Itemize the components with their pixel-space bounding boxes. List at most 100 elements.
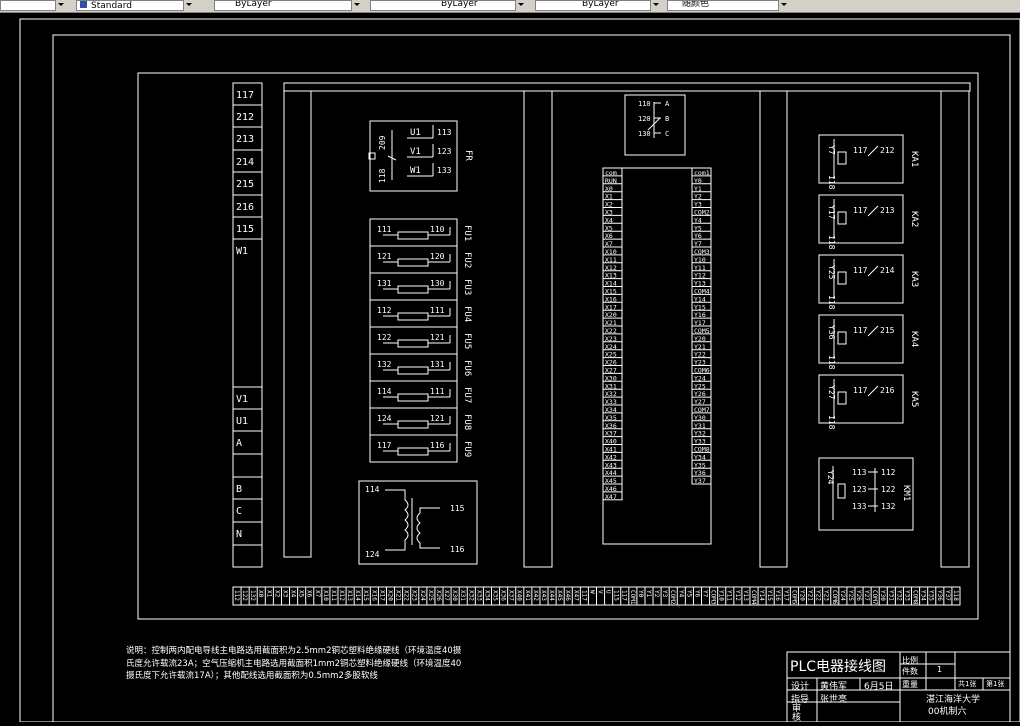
layer-value: ByLayer — [235, 0, 272, 9]
bottom-terminal-label: X34 — [483, 590, 490, 601]
relay-terminal-label: 117 — [853, 266, 868, 275]
relay-terminal-label: 117 — [853, 146, 868, 155]
bottom-terminal-label: 112 — [233, 590, 240, 601]
bottom-terminal-label: Y0 — [637, 590, 644, 598]
contactor-terminal-label: 113 — [852, 468, 867, 477]
sheet-outer-border — [19, 18, 1020, 723]
bottom-terminal-label: 118 — [952, 590, 959, 601]
bottom-terminal-label: X17 — [378, 590, 385, 601]
wiring-diagram[interactable]: 117212213214215216115W1V1U1ABCN209118U1 1… — [0, 12, 1020, 723]
top-wiring-duct — [283, 82, 971, 92]
bottom-terminal-label: V — [597, 590, 604, 594]
relay-tag: KA3 — [909, 271, 919, 287]
bottom-terminal-label: Y27 — [863, 590, 870, 601]
bottom-terminal-label: COM1 — [629, 590, 636, 605]
contactor-terminal-label: 132 — [881, 502, 896, 511]
chevron-down-icon[interactable] — [183, 0, 194, 11]
relay-coil-label: Y7 — [827, 145, 836, 155]
bottom-terminal-label: Y12 — [734, 590, 741, 601]
bottom-terminal-label: X24 — [419, 590, 426, 601]
count-label: 件数 — [902, 667, 918, 676]
fuse-terminal-label: 117 — [377, 441, 392, 450]
sheet-number: 第1张 — [986, 680, 1005, 688]
fuse-terminal-label: 111 — [430, 387, 445, 396]
bottom-terminal-label: Y30 — [879, 590, 886, 601]
bottom-terminal-label: X11 — [330, 590, 337, 601]
bottom-terminal-label: X15 — [362, 590, 369, 601]
fuse-tag: FU6 — [462, 360, 472, 376]
fuse-terminal-label: 124 — [377, 414, 392, 423]
contactor-tag: KM1 — [901, 485, 911, 501]
chevron-down-icon[interactable] — [351, 0, 362, 11]
fuse-terminal-label: 121 — [377, 252, 392, 261]
drawing-canvas[interactable]: 117 212 213 214 215 216 115 W1 V1 U1 A B C N 209 118 U1 1… — [0, 12, 1020, 723]
bottom-terminal-label: Y4 — [677, 590, 684, 598]
bottom-terminal-label: Y26 — [855, 590, 862, 601]
fuse-tag: FU7 — [462, 387, 472, 403]
contactor-coil — [837, 483, 846, 499]
fuse-symbol — [397, 258, 429, 267]
fuse-terminal-label: 121 — [430, 333, 445, 342]
fuse-terminal-label: 112 — [377, 306, 392, 315]
contactor-terminal-label: 122 — [881, 485, 896, 494]
plotstyle-select[interactable]: 随颜色 — [667, 0, 789, 11]
relay-coil — [837, 331, 847, 345]
scale-label: 比例 — [902, 656, 918, 665]
bottom-terminal-label: X23 — [411, 590, 418, 601]
chevron-down-icon[interactable] — [650, 0, 661, 11]
text-style-select[interactable]: Standard — [76, 0, 194, 11]
relay-coil-label: Y36 — [827, 325, 836, 340]
chevron-down-icon[interactable] — [55, 0, 66, 11]
fuse-symbol — [397, 393, 429, 402]
weight-label: 重量 — [902, 680, 918, 689]
lineweight-value: ByLayer — [582, 0, 619, 9]
bottom-terminal-label: X25 — [427, 590, 434, 601]
terminal-label: A — [236, 438, 242, 449]
wiring-duct — [523, 90, 553, 568]
bottom-terminal-label: X4 — [290, 590, 297, 598]
bottom-terminal-label: X40 — [516, 590, 523, 601]
relay-terminal-label: 213 — [880, 206, 895, 215]
fuse-symbol — [397, 420, 429, 429]
bottom-terminal-label: X6 — [306, 590, 313, 598]
relay-coil-label: 118 — [827, 355, 836, 370]
bottom-terminal-label: X41 — [524, 590, 531, 601]
bottom-terminal-label: Y6 — [693, 590, 700, 598]
switch-phase-label: C — [665, 130, 669, 138]
fuse-symbol — [397, 366, 429, 375]
bottom-terminal-label: Y7 — [702, 590, 709, 598]
bottom-terminal-label: Y33 — [903, 590, 910, 601]
bottom-terminal-label: W — [588, 590, 595, 594]
design-label: 设计 — [791, 682, 810, 692]
design-date: 6月5日 — [864, 682, 894, 692]
terminal-label: V1 — [236, 394, 248, 405]
lineweight-select[interactable]: ByLayer — [535, 0, 661, 11]
linetype-select[interactable]: ByLayer — [370, 0, 526, 11]
terminal-label: 212 — [236, 112, 254, 123]
bottom-terminal-label: X13 — [346, 590, 353, 601]
terminal-label: 216 — [236, 202, 254, 213]
layer-select[interactable]: ByLayer — [214, 0, 362, 11]
bottom-terminal-label: U — [605, 590, 612, 594]
bottom-terminal-label: Y11 — [726, 590, 733, 601]
relay-contact — [867, 145, 879, 157]
chevron-down-icon[interactable] — [515, 0, 526, 11]
bottom-terminal-label: 117 — [580, 590, 587, 601]
fuse-tag: FU3 — [462, 279, 472, 295]
bottom-terminal-label: COM4 — [750, 590, 757, 605]
relay-coil-label: 118 — [827, 175, 836, 190]
fr-phase-label: U1 — [410, 128, 421, 138]
fr-phase-label: W1 — [410, 166, 421, 176]
relay-terminal-label: 117 — [853, 206, 868, 215]
bottom-terminal-label: X12 — [338, 590, 345, 601]
bottom-terminal-label: COM6 — [831, 590, 838, 605]
fuse-tag: FU2 — [462, 252, 472, 268]
fuse-terminal-label: 131 — [430, 360, 445, 369]
terminal-label: 115 — [236, 224, 254, 235]
class-name: 00机制六 — [928, 707, 967, 717]
bottom-terminal-label: X33 — [475, 590, 482, 601]
bottom-terminal-label: Y25 — [847, 590, 854, 601]
fuse-terminal-label: 116 — [430, 441, 445, 450]
chevron-down-icon[interactable] — [778, 0, 789, 11]
relay-terminal-label: 117 — [853, 326, 868, 335]
